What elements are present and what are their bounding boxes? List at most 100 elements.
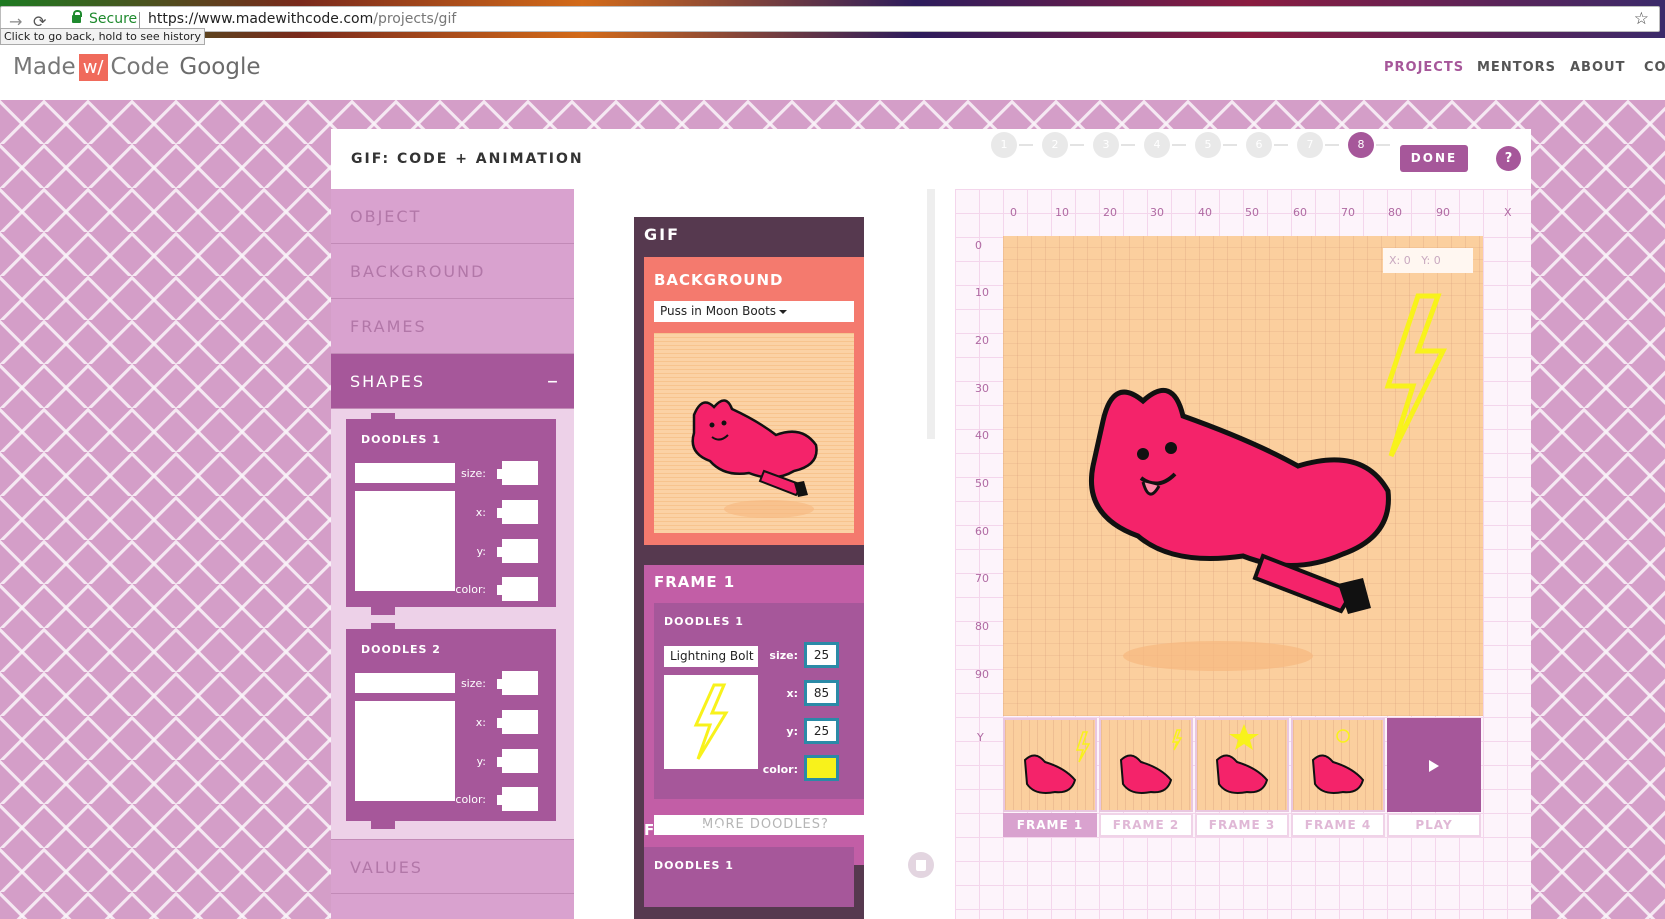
- x-axis-label: X: [1504, 206, 1512, 219]
- background-preview: [654, 333, 854, 533]
- step-7[interactable]: 7: [1297, 132, 1323, 158]
- lightning-bolt-icon: [693, 683, 729, 760]
- x-tick: 0: [1010, 206, 1017, 219]
- step-5[interactable]: 5: [1195, 132, 1221, 158]
- project-panel: GIF: CODE + ANIMATION 1 2 3 4 5 6 7 8 DO…: [331, 129, 1531, 919]
- nav-mentors[interactable]: MENTORS: [1477, 60, 1556, 75]
- size-input[interactable]: 25: [804, 642, 839, 668]
- play-button[interactable]: [1387, 718, 1481, 812]
- coordinate-readout: X: 0 Y: 0: [1383, 248, 1473, 273]
- doodle-preview: [355, 701, 455, 801]
- trash-icon[interactable]: [908, 852, 934, 878]
- x-slot[interactable]: [497, 708, 540, 736]
- y-slot[interactable]: [497, 537, 540, 565]
- doodle-block-2[interactable]: DOODLES 2 size: x: y: color:: [346, 623, 556, 829]
- y-tick: 90: [975, 668, 989, 681]
- doodle-block-title: DOODLES 2: [361, 643, 441, 656]
- tab-frame-4[interactable]: FRAME 4: [1291, 813, 1385, 837]
- step-1[interactable]: 1: [991, 132, 1017, 158]
- back-tooltip: Click to go back, hold to see history: [0, 28, 205, 45]
- color-picker[interactable]: [804, 755, 839, 781]
- gif-block-label: GIF: [644, 225, 681, 244]
- frame-1-label: FRAME 1: [654, 573, 736, 591]
- x-tick: 70: [1341, 206, 1355, 219]
- background-select[interactable]: Puss in Moon Boots: [654, 301, 854, 322]
- step-2[interactable]: 2: [1042, 132, 1068, 158]
- y-input[interactable]: 25: [804, 718, 839, 744]
- done-button[interactable]: DONE: [1400, 145, 1468, 172]
- y-tick: 70: [975, 572, 989, 585]
- gif-block[interactable]: GIF BACKGROUND Puss in Moon Boots FRAME …: [634, 217, 864, 919]
- secure-label: Secure: [89, 11, 138, 27]
- nav-contact[interactable]: CO: [1644, 60, 1665, 75]
- workspace-scrollbar[interactable]: [927, 189, 935, 439]
- frame-2-doodle-block[interactable]: DOODLES 1: [644, 847, 854, 907]
- frame-1-block[interactable]: FRAME 1 DOODLES 1 Lightning Bolt size: 2…: [644, 565, 864, 865]
- stage-artwork: [1089, 293, 1448, 671]
- x-tick: 20: [1103, 206, 1117, 219]
- x-tick: 90: [1436, 206, 1450, 219]
- y-tick: 30: [975, 382, 989, 395]
- shapes-palette: DOODLES 1 size: x: y: color: DOODLES 2 s…: [331, 409, 574, 839]
- doodle-block-1[interactable]: DOODLES 1 size: x: y: color:: [346, 413, 556, 615]
- site-logo[interactable]: Made w/Code Google: [13, 54, 261, 81]
- nav-projects[interactable]: PROJECTS: [1384, 60, 1464, 75]
- gif-stage[interactable]: X: 0 Y: 0: [1003, 236, 1483, 716]
- color-slot[interactable]: [497, 575, 540, 603]
- size-slot[interactable]: [497, 459, 540, 487]
- frame-3-thumbnail[interactable]: [1195, 718, 1289, 812]
- tab-frame-2[interactable]: FRAME 2: [1099, 813, 1193, 837]
- dropdown-caret-icon: [779, 309, 788, 314]
- x-tick: 30: [1150, 206, 1164, 219]
- shape-select[interactable]: Lightning Bolt: [664, 646, 758, 680]
- menu-frames[interactable]: FRAMES: [331, 299, 574, 354]
- frame-1-doodle-block[interactable]: DOODLES 1 Lightning Bolt size: 25 x: 85 …: [654, 603, 864, 799]
- address-bar[interactable]: → ⟳ Secure https://www.madewithcode.com/…: [0, 6, 1660, 32]
- bookmark-star-icon[interactable]: ☆: [1634, 9, 1649, 29]
- lock-icon: [72, 10, 82, 23]
- doodle-preview: [664, 675, 758, 769]
- site-header: Made w/Code Google PROJECTS MENTORS ABOUT …: [0, 38, 1665, 100]
- y-tick: 10: [975, 286, 989, 299]
- color-slot[interactable]: [497, 785, 540, 813]
- menu-values[interactable]: VALUES: [331, 839, 574, 894]
- y-axis-label: Y: [977, 731, 984, 744]
- collapse-icon[interactable]: –: [547, 354, 560, 409]
- canvas-area: 0 10 20 30 40 50 60 70 80 90 X 0 10 20 3…: [955, 189, 1531, 919]
- step-4[interactable]: 4: [1144, 132, 1170, 158]
- help-button[interactable]: ?: [1496, 146, 1521, 171]
- tab-play[interactable]: PLAY: [1387, 813, 1481, 837]
- y-slot[interactable]: [497, 747, 540, 775]
- step-6[interactable]: 6: [1246, 132, 1272, 158]
- shape-select[interactable]: [355, 673, 455, 693]
- background-block[interactable]: BACKGROUND Puss in Moon Boots: [644, 257, 864, 545]
- y-tick: 60: [975, 525, 989, 538]
- code-workspace: GIF BACKGROUND Puss in Moon Boots FRAME …: [574, 189, 945, 919]
- tab-frame-1[interactable]: FRAME 1: [1003, 813, 1097, 837]
- size-slot[interactable]: [497, 669, 540, 697]
- step-3[interactable]: 3: [1093, 132, 1119, 158]
- frame-4-thumbnail[interactable]: [1291, 718, 1385, 812]
- nav-about[interactable]: ABOUT: [1570, 60, 1625, 75]
- frame-1-doodle-title: DOODLES 1: [664, 615, 744, 628]
- x-input[interactable]: 85: [804, 680, 839, 706]
- step-8[interactable]: 8: [1348, 132, 1374, 158]
- y-tick: 0: [975, 239, 982, 252]
- doodle-preview: [355, 491, 455, 591]
- x-slot[interactable]: [497, 498, 540, 526]
- y-tick: 50: [975, 477, 989, 490]
- url-text[interactable]: https://www.madewithcode.com/projects/gi…: [148, 11, 456, 27]
- block-category-menu: OBJECT BACKGROUND FRAMES SHAPES – DOODLE…: [331, 189, 574, 919]
- x-tick: 40: [1198, 206, 1212, 219]
- menu-object[interactable]: OBJECT: [331, 189, 574, 244]
- menu-background[interactable]: BACKGROUND: [331, 244, 574, 299]
- shape-select[interactable]: [355, 463, 455, 483]
- frame-1-thumbnail[interactable]: [1003, 718, 1097, 812]
- x-tick: 80: [1388, 206, 1402, 219]
- x-tick: 60: [1293, 206, 1307, 219]
- project-title: GIF: CODE + ANIMATION: [351, 151, 584, 167]
- cat-illustration: [691, 399, 818, 518]
- tab-frame-3[interactable]: FRAME 3: [1195, 813, 1289, 837]
- frame-2-thumbnail[interactable]: [1099, 718, 1193, 812]
- menu-shapes[interactable]: SHAPES –: [331, 354, 574, 409]
